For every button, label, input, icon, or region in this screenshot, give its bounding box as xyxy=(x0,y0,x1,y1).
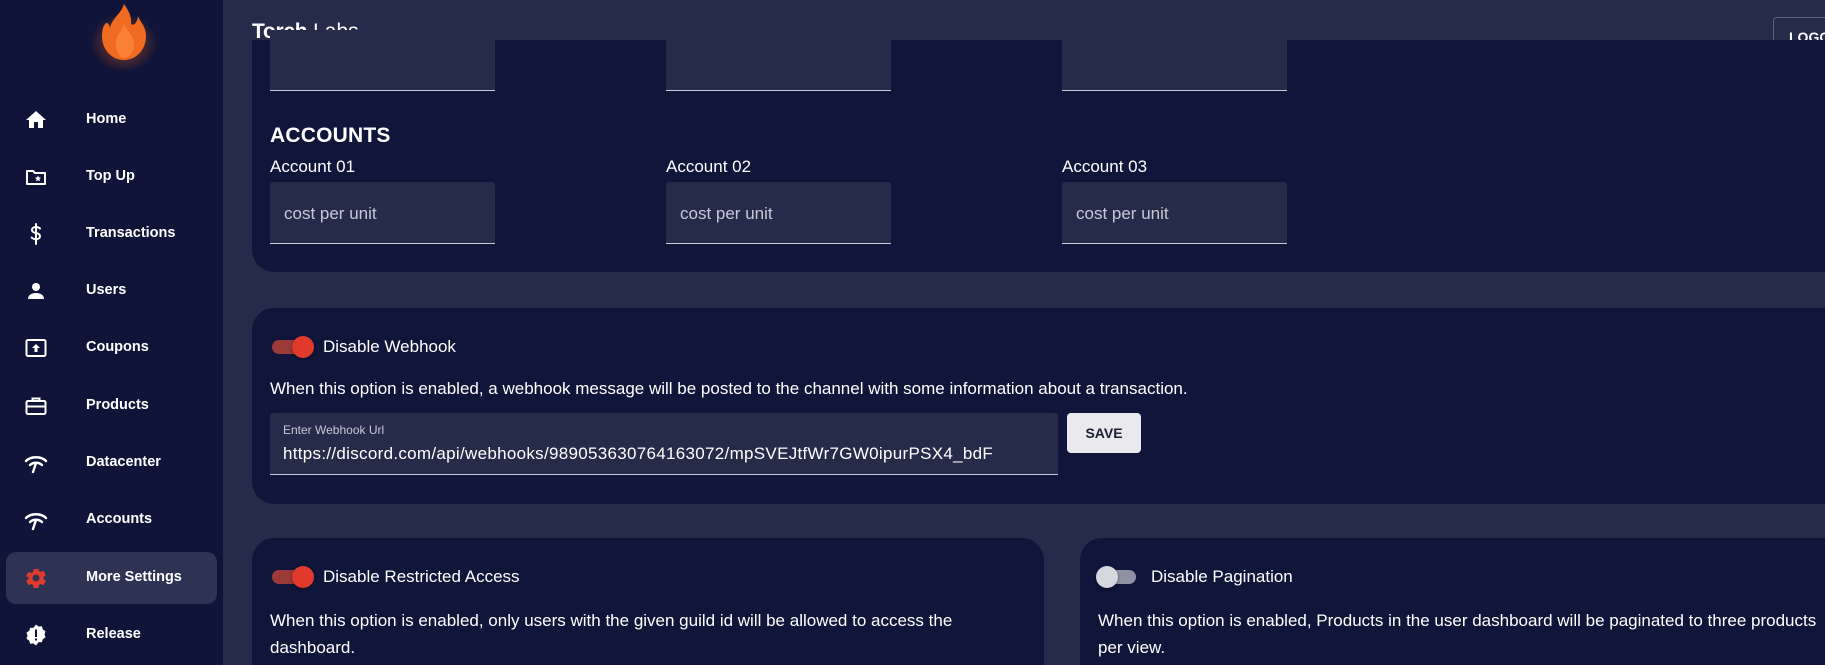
star-folder-icon xyxy=(24,165,48,189)
gear-icon xyxy=(24,566,48,590)
sidebar-item-label: Accounts xyxy=(86,511,153,527)
home-icon xyxy=(24,108,48,132)
sidebar: Home Top Up Transactions Users Coupons P… xyxy=(0,0,223,665)
webhook-description: When this option is enabled, a webhook m… xyxy=(270,379,1188,398)
briefcase-icon xyxy=(24,394,48,418)
sidebar-item-home[interactable]: Home xyxy=(6,94,217,146)
restricted-access-description: When this option is enabled, only users … xyxy=(270,611,953,657)
cost-placeholder: cost per unit xyxy=(1076,204,1169,223)
sidebar-item-accounts[interactable]: Accounts xyxy=(6,494,217,546)
account-03-cost-input[interactable]: cost per unit xyxy=(1062,182,1287,244)
cost-input-partial-1[interactable] xyxy=(270,30,495,91)
toggle-thumb xyxy=(1096,566,1118,588)
sidebar-item-label: Release xyxy=(86,626,141,642)
sidebar-item-release[interactable]: Release xyxy=(6,609,217,661)
restricted-access-label: Disable Restricted Access xyxy=(323,567,520,586)
webhook-toggle[interactable] xyxy=(270,336,314,358)
save-button[interactable]: SAVE xyxy=(1067,413,1141,453)
cost-placeholder: cost per unit xyxy=(284,204,377,223)
webhook-toggle-label: Disable Webhook xyxy=(323,337,456,356)
restricted-access-toggle[interactable] xyxy=(270,566,314,588)
accounts-section-title: ACCOUNTS xyxy=(270,124,391,147)
account-label: Account 02 xyxy=(666,157,752,176)
sidebar-item-label: Coupons xyxy=(86,339,149,355)
cost-input-partial-3[interactable] xyxy=(1062,30,1287,91)
wifi-icon xyxy=(24,508,48,532)
sidebar-item-label: Top Up xyxy=(86,168,135,184)
wifi-icon xyxy=(24,451,48,475)
pagination-label: Disable Pagination xyxy=(1151,567,1293,586)
dollar-icon xyxy=(24,222,48,246)
pagination-description: When this option is enabled, Products in… xyxy=(1098,611,1817,657)
account-01-cost-input[interactable]: cost per unit xyxy=(270,182,495,244)
sidebar-item-users[interactable]: Users xyxy=(6,265,217,317)
webhook-url-label: Enter Webhook Url xyxy=(283,423,385,437)
cost-input-partial-2[interactable] xyxy=(666,30,891,91)
person-icon xyxy=(24,279,48,303)
toggle-thumb xyxy=(292,566,314,588)
sidebar-item-label: Transactions xyxy=(86,225,176,241)
sidebar-item-coupons[interactable]: Coupons xyxy=(6,322,217,374)
sidebar-item-top-up[interactable]: Top Up xyxy=(6,151,217,203)
sidebar-item-transactions[interactable]: Transactions xyxy=(6,208,217,260)
sidebar-item-label: Products xyxy=(86,397,149,413)
upload-box-icon xyxy=(24,336,48,360)
cost-placeholder: cost per unit xyxy=(680,204,773,223)
sidebar-item-more-settings[interactable]: More Settings xyxy=(6,552,217,604)
pagination-toggle[interactable] xyxy=(1096,566,1140,588)
account-label: Account 01 xyxy=(270,157,356,176)
sidebar-item-label: Users xyxy=(86,282,127,298)
webhook-url-input[interactable] xyxy=(283,440,1053,468)
sidebar-item-products[interactable]: Products xyxy=(6,380,217,432)
webhook-url-field[interactable]: Enter Webhook Url xyxy=(270,413,1058,475)
sidebar-item-label: Datacenter xyxy=(86,454,161,470)
sidebar-item-label: Home xyxy=(86,111,127,127)
torch-flame-logo xyxy=(88,0,160,70)
alert-badge-icon xyxy=(24,623,48,647)
sidebar-item-datacenter[interactable]: Datacenter xyxy=(6,437,217,489)
sidebar-item-label: More Settings xyxy=(86,569,182,585)
toggle-thumb xyxy=(292,336,314,358)
account-label: Account 03 xyxy=(1062,157,1148,176)
account-02-cost-input[interactable]: cost per unit xyxy=(666,182,891,244)
